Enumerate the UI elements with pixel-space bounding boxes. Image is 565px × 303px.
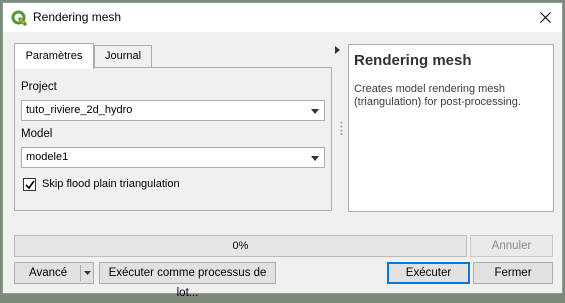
chevron-down-icon [311,109,319,114]
collapse-help-arrow-icon[interactable] [335,46,340,54]
help-title: Rendering mesh [354,52,472,69]
help-panel: Rendering mesh Creates model rendering m… [348,44,554,212]
button-separator [80,265,81,281]
progress-text: 0% [232,240,249,252]
run-as-batch-button[interactable]: Exécuter comme processus de lot... [99,262,276,299]
project-select[interactable]: tuto_riviere_2d_hydro [21,100,325,121]
close-button[interactable]: Fermer [473,262,553,284]
project-label: Project [21,81,57,93]
checkmark-icon [25,180,35,190]
title-bar: Rendering mesh [3,3,562,32]
project-value: tuto_riviere_2d_hydro [26,104,133,116]
parameters-panel: Project tuto_riviere_2d_hydro Model mode… [14,67,332,211]
advanced-button[interactable]: Avancé [14,262,94,284]
advanced-label: Avancé [29,267,68,279]
qgis-icon [11,10,27,26]
cancel-button[interactable]: Annuler [470,235,553,257]
skip-flood-checkbox[interactable] [23,178,36,191]
model-label: Model [21,128,53,140]
window-title: Rendering mesh [33,10,122,24]
chevron-down-icon [84,271,91,275]
model-value: modele1 [26,151,69,163]
skip-flood-label[interactable]: Skip flood plain triangulation [42,178,180,190]
splitter-handle[interactable] [340,121,343,135]
close-window-button[interactable] [528,3,562,32]
processing-dialog: Rendering mesh Paramètres Journal Projec… [2,2,563,299]
close-icon [540,12,551,23]
tab-parametres[interactable]: Paramètres [14,43,94,69]
model-select[interactable]: modele1 [21,147,325,168]
progress-bar: 0% [14,235,467,257]
help-description: Creates model rendering mesh (triangulat… [354,83,521,108]
run-button[interactable]: Exécuter [387,262,470,284]
tab-journal[interactable]: Journal [94,45,152,67]
chevron-down-icon [311,156,319,161]
